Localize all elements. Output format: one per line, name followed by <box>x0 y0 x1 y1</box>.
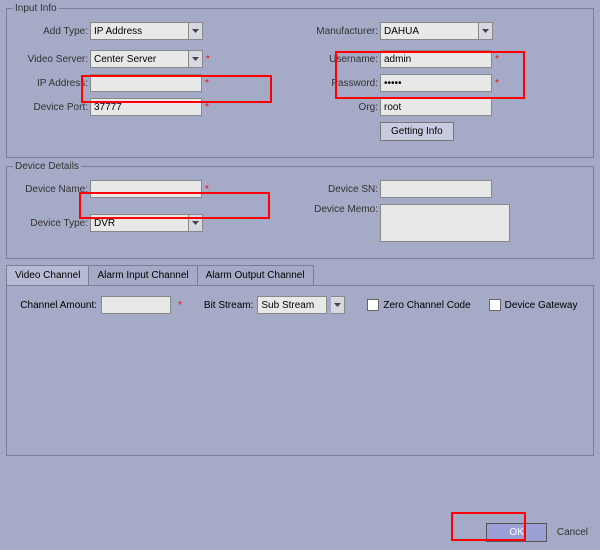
required-mark: * <box>178 300 182 311</box>
device-memo-input[interactable] <box>380 204 510 242</box>
channel-amount-input[interactable] <box>101 296 171 314</box>
device-type-dropdown[interactable] <box>189 214 203 232</box>
org-input[interactable] <box>380 98 492 116</box>
tab-alarm-input[interactable]: Alarm Input Channel <box>88 265 197 285</box>
bit-stream-dropdown[interactable] <box>331 296 345 314</box>
required-mark: * <box>495 78 499 89</box>
input-info-legend: Input Info <box>13 3 59 14</box>
required-mark: * <box>206 54 210 65</box>
device-port-label: Device Port: <box>13 102 88 113</box>
required-mark: * <box>205 102 209 113</box>
tab-video-channel[interactable]: Video Channel <box>6 265 89 285</box>
device-sn-input[interactable] <box>380 180 492 198</box>
video-channel-panel: Channel Amount: * Bit Stream: Zero Chann… <box>6 286 594 456</box>
dialog-buttons: OK Cancel <box>486 523 588 542</box>
device-sn-label: Device SN: <box>300 184 378 195</box>
tab-alarm-output[interactable]: Alarm Output Channel <box>197 265 314 285</box>
device-gateway-label: Device Gateway <box>505 300 578 311</box>
ip-address-label: IP Address: <box>13 78 88 89</box>
bit-stream-select[interactable] <box>257 296 327 314</box>
add-type-label: Add Type: <box>13 26 88 37</box>
device-memo-label: Device Memo: <box>300 204 378 215</box>
getting-info-button[interactable]: Getting Info <box>380 122 454 141</box>
device-name-label: Device Name: <box>13 184 88 195</box>
device-details-group: Device Details Device Name: * Device SN:… <box>6 161 594 259</box>
manufacturer-dropdown[interactable] <box>479 22 493 40</box>
channel-tabs: Video Channel Alarm Input Channel Alarm … <box>6 265 594 286</box>
device-type-label: Device Type: <box>13 218 88 229</box>
bit-stream-label: Bit Stream: <box>204 300 253 311</box>
input-info-group: Input Info Add Type: Manufacturer: Video… <box>6 3 594 158</box>
device-details-legend: Device Details <box>13 161 81 172</box>
ok-button[interactable]: OK <box>486 523 546 542</box>
manufacturer-label: Manufacturer: <box>300 26 378 37</box>
zero-channel-label: Zero Channel Code <box>383 300 470 311</box>
video-server-label: Video Server: <box>13 54 88 65</box>
required-mark: * <box>205 184 209 195</box>
video-server-dropdown[interactable] <box>189 50 203 68</box>
cancel-button[interactable]: Cancel <box>557 523 588 542</box>
device-type-select[interactable] <box>90 214 189 232</box>
device-gateway-checkbox[interactable] <box>489 299 501 311</box>
manufacturer-select[interactable] <box>380 22 479 40</box>
required-mark: * <box>495 54 499 65</box>
channel-amount-label: Channel Amount: <box>15 300 97 311</box>
ip-address-input[interactable] <box>90 74 202 92</box>
password-label: Password: <box>300 78 378 89</box>
zero-channel-checkbox[interactable] <box>367 299 379 311</box>
username-label: Username: <box>300 54 378 65</box>
device-port-input[interactable] <box>90 98 202 116</box>
add-type-select[interactable] <box>90 22 189 40</box>
video-server-select[interactable] <box>90 50 189 68</box>
password-input[interactable] <box>380 74 492 92</box>
required-mark: * <box>205 78 209 89</box>
add-type-dropdown[interactable] <box>189 22 203 40</box>
device-name-input[interactable] <box>90 180 202 198</box>
username-input[interactable] <box>380 50 492 68</box>
org-label: Org: <box>300 102 378 113</box>
